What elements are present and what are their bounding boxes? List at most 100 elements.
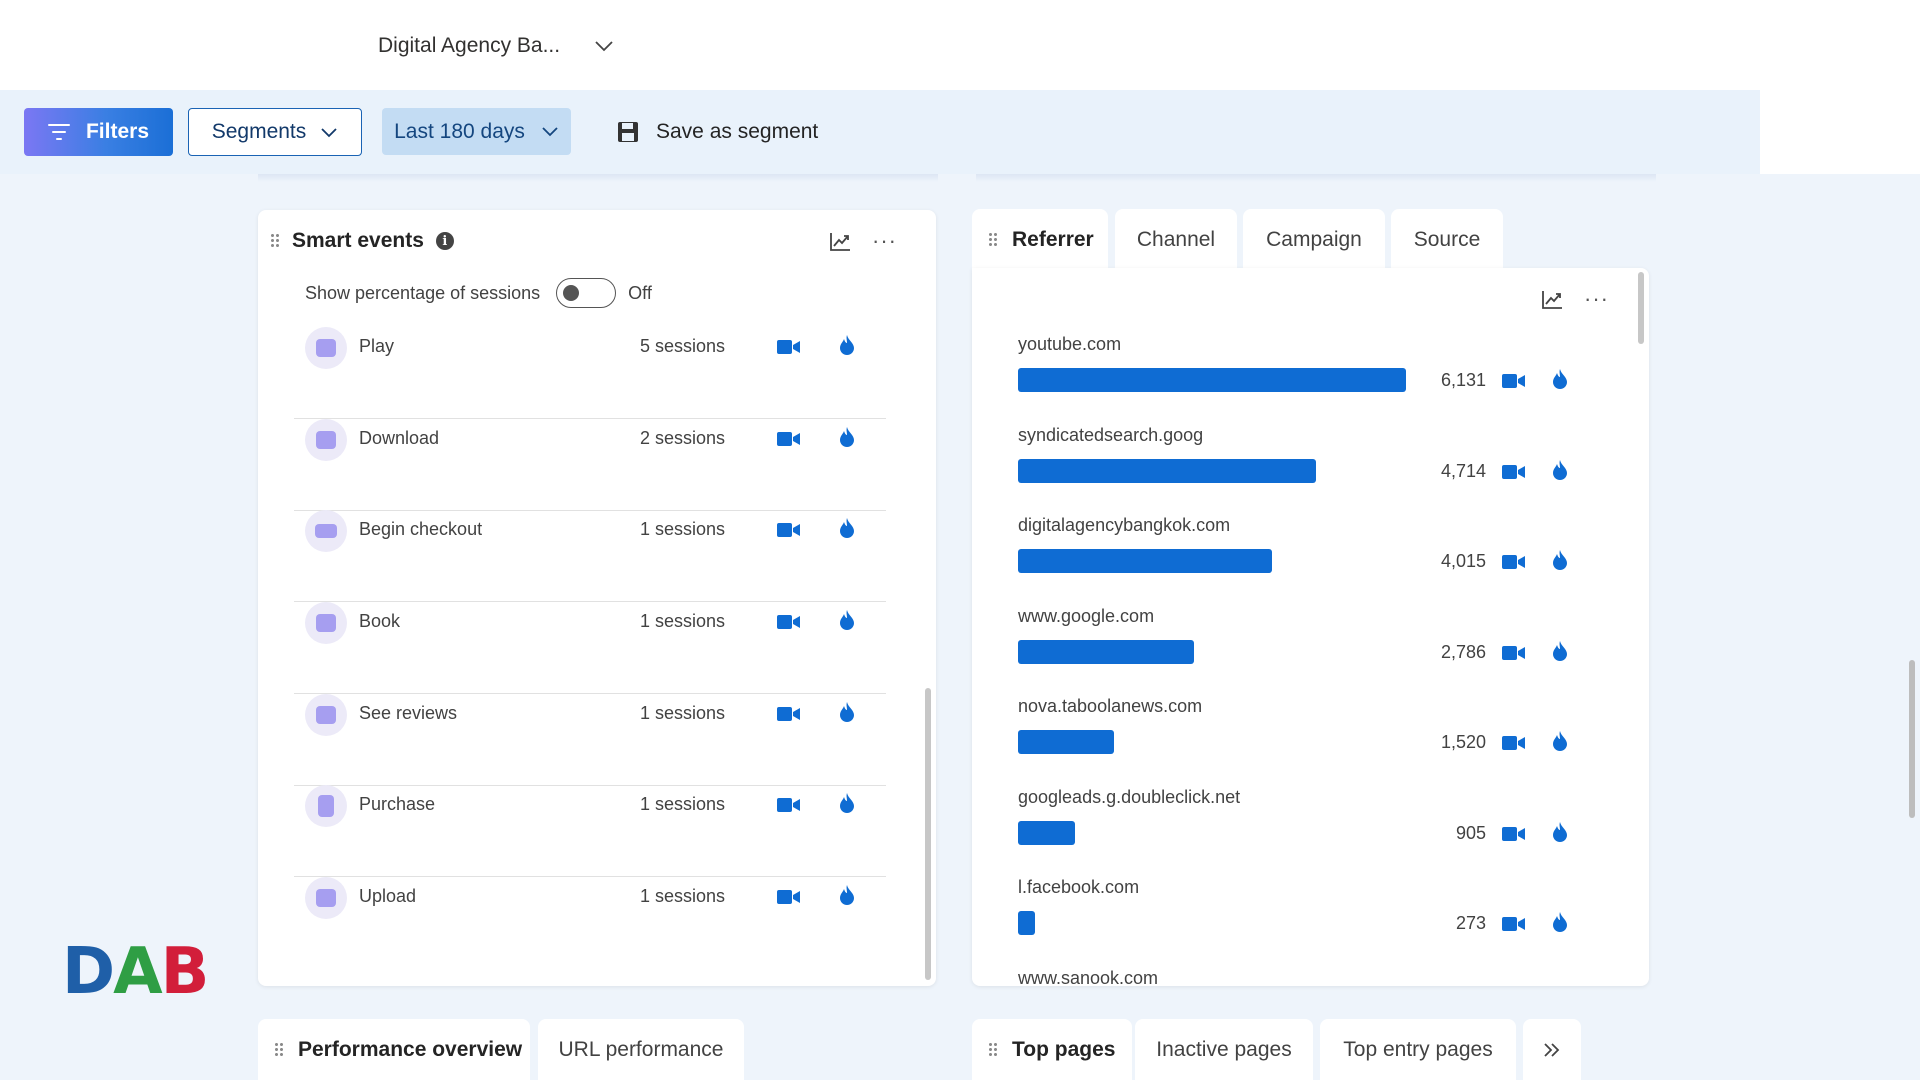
filter-bar-blank <box>1760 90 1920 174</box>
referrer-row[interactable]: syndicatedsearch.goog 4,714 <box>1018 425 1578 515</box>
video-camera-icon[interactable] <box>1502 553 1526 571</box>
flame-icon[interactable] <box>839 334 855 356</box>
video-camera-icon[interactable] <box>777 338 801 356</box>
save-as-segment-button[interactable]: Save as segment <box>616 108 818 156</box>
card-shadow <box>976 174 1656 182</box>
flame-icon[interactable] <box>839 609 855 631</box>
event-count: 5 sessions <box>640 336 726 356</box>
video-camera-icon[interactable] <box>1502 463 1526 481</box>
flame-icon[interactable] <box>1552 368 1568 390</box>
chart-trend-icon[interactable] <box>826 228 854 256</box>
flame-icon[interactable] <box>1552 459 1568 481</box>
event-count: 2 sessions <box>640 428 726 448</box>
referrer-row[interactable]: digitalagencybangkok.com 4,015 <box>1018 515 1578 605</box>
tab-channel[interactable]: Channel <box>1115 209 1237 271</box>
flame-icon[interactable] <box>1552 911 1568 933</box>
tab-referrer[interactable]: Referrer <box>972 209 1108 271</box>
referrer-row[interactable]: googleads.g.doubleclick.net 905 <box>1018 787 1578 877</box>
flame-icon[interactable] <box>1552 821 1568 843</box>
video-camera-icon[interactable] <box>1502 372 1526 390</box>
more-tabs-button[interactable] <box>1523 1019 1581 1080</box>
chart-trend-icon[interactable] <box>1538 286 1566 314</box>
calendar-event-icon <box>305 602 347 644</box>
chevron-down-icon <box>321 127 337 137</box>
logo-letter-a: A <box>113 935 163 1009</box>
segments-dropdown[interactable]: Segments <box>188 108 362 156</box>
flame-icon[interactable] <box>839 701 855 723</box>
video-camera-icon[interactable] <box>777 430 801 448</box>
tab-performance-overview[interactable]: Performance overview <box>258 1019 530 1080</box>
project-selector[interactable]: Digital Agency Ba... <box>378 26 614 66</box>
referrer-label: www.sanook.com <box>1018 967 1159 988</box>
flame-icon[interactable] <box>1552 640 1568 662</box>
flame-icon[interactable] <box>839 792 855 814</box>
tab-label: URL performance <box>558 1038 724 1061</box>
event-row-upload[interactable]: Upload 1 sessions <box>294 877 886 969</box>
referrer-bar <box>1018 820 1075 845</box>
tab-label: Referrer <box>1012 228 1094 251</box>
tab-url-performance[interactable]: URL performance <box>538 1019 744 1080</box>
referrer-row[interactable]: youtube.com 6,131 <box>1018 334 1578 424</box>
event-row-book[interactable]: Book 1 sessions <box>294 602 886 694</box>
video-camera-icon[interactable] <box>777 705 801 723</box>
drag-handle-icon[interactable] <box>274 1042 284 1058</box>
card-shadow <box>258 174 938 182</box>
more-horizontal-icon[interactable]: ··· <box>872 228 897 254</box>
tab-campaign[interactable]: Campaign <box>1243 209 1385 271</box>
video-camera-icon[interactable] <box>1502 734 1526 752</box>
video-camera-icon[interactable] <box>777 521 801 539</box>
save-as-segment-label: Save as segment <box>656 120 819 143</box>
info-icon[interactable]: i <box>435 232 454 250</box>
date-range-dropdown[interactable]: Last 180 days <box>382 108 571 155</box>
page-scrollbar[interactable] <box>1909 660 1915 818</box>
referrer-scrollbar[interactable] <box>1638 272 1644 344</box>
drag-handle-icon[interactable] <box>270 233 280 249</box>
top-bar <box>0 0 1920 90</box>
logo-letter-b: B <box>160 935 210 1009</box>
calendar-event-icon <box>305 694 347 736</box>
video-camera-icon[interactable] <box>1502 825 1526 843</box>
filters-button[interactable]: Filters <box>24 108 173 156</box>
flame-icon[interactable] <box>1552 549 1568 571</box>
referrer-bar <box>1018 730 1114 754</box>
percentage-toggle[interactable] <box>556 278 617 308</box>
referrer-row[interactable]: www.google.com 2,786 <box>1018 606 1578 696</box>
event-row-purchase[interactable]: Purchase 1 sessions <box>294 785 886 877</box>
event-name: Book <box>359 611 401 631</box>
video-camera-icon[interactable] <box>1502 915 1526 933</box>
referrer-label: l.facebook.com <box>1018 877 1140 897</box>
referrer-value: 2,786 <box>1440 641 1486 662</box>
tab-inactive-pages[interactable]: Inactive pages <box>1135 1019 1313 1080</box>
calendar-event-icon <box>305 327 347 369</box>
drag-handle-icon[interactable] <box>988 1042 998 1058</box>
video-camera-icon[interactable] <box>777 613 801 631</box>
video-camera-icon[interactable] <box>777 796 801 814</box>
referrer-value: 6,131 <box>1440 370 1486 390</box>
flame-icon[interactable] <box>839 426 855 448</box>
more-horizontal-icon[interactable]: ··· <box>1584 286 1609 312</box>
referrer-row[interactable]: nova.taboolanews.com 1,520 <box>1018 696 1578 786</box>
calendar-event-icon <box>305 877 347 919</box>
flame-icon[interactable] <box>1552 730 1568 752</box>
flame-icon[interactable] <box>839 884 855 906</box>
event-row-download[interactable]: Download 2 sessions <box>294 419 886 511</box>
tab-top-entry-pages[interactable]: Top entry pages <box>1320 1019 1516 1080</box>
referrer-row[interactable]: l.facebook.com 273 <box>1018 877 1578 967</box>
video-camera-icon[interactable] <box>777 888 801 906</box>
event-row-begin-checkout[interactable]: Begin checkout 1 sessions <box>294 510 886 602</box>
tab-top-pages[interactable]: Top pages <box>972 1019 1132 1080</box>
event-row-play[interactable]: Play 5 sessions <box>294 327 886 419</box>
tab-label: Top entry pages <box>1343 1038 1493 1061</box>
referrer-bar <box>1018 911 1035 935</box>
event-row-see-reviews[interactable]: See reviews 1 sessions <box>294 694 886 786</box>
flame-icon[interactable] <box>839 517 855 539</box>
event-name: See reviews <box>359 703 458 723</box>
event-count: 1 sessions <box>640 611 726 631</box>
tab-source[interactable]: Source <box>1391 209 1503 271</box>
smart-events-scrollbar[interactable] <box>925 688 931 980</box>
referrer-label: www.google.com <box>1018 605 1155 626</box>
download-icon <box>305 419 347 461</box>
referrer-value: 273 <box>1455 913 1486 933</box>
drag-handle-icon[interactable] <box>988 232 998 248</box>
video-camera-icon[interactable] <box>1502 644 1526 662</box>
